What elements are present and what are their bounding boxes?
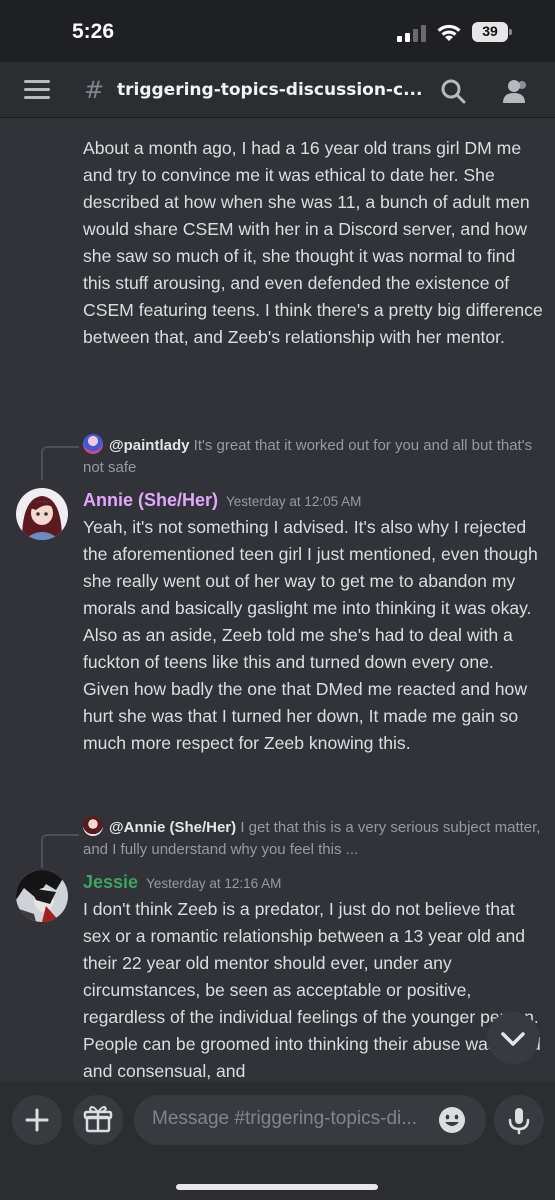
battery-indicator: 39 — [472, 22, 512, 42]
message-input-placeholder: Message #triggering-topics-di... — [152, 1108, 418, 1129]
message-composer: Message #triggering-topics-di... — [0, 1082, 555, 1200]
reply-connector — [41, 446, 79, 480]
message-text: About a month ago, I had a 16 year old t… — [83, 138, 543, 347]
members-icon[interactable] — [500, 78, 530, 104]
plus-icon — [25, 1108, 49, 1132]
channel-header: # triggering-topics-discussion-c... — [0, 62, 555, 118]
voice-message-button[interactable] — [494, 1095, 544, 1145]
reply-avatar — [83, 816, 103, 836]
author-name[interactable]: Jessie — [83, 872, 138, 892]
reply-username: @Annie (She/Her) — [109, 819, 237, 836]
message-text: Yeah, it's not something I advised. It's… — [83, 517, 538, 753]
cellular-signal-icon — [397, 24, 427, 42]
channel-title[interactable]: triggering-topics-discussion-c... — [117, 80, 422, 100]
reply-connector — [41, 834, 79, 868]
reply-username: @paintlady — [109, 437, 190, 454]
message-input[interactable]: Message #triggering-topics-di... — [134, 1095, 486, 1145]
status-time: 5:26 — [72, 20, 115, 43]
gift-icon — [83, 1106, 113, 1133]
reply-preview[interactable]: @Annie (She/Her) I get that this is a ve… — [83, 816, 543, 861]
add-attachment-button[interactable] — [12, 1095, 62, 1145]
reply-preview[interactable]: @paintlady It's great that it worked out… — [83, 434, 543, 479]
timestamp: Yesterday at 12:05 AM — [226, 494, 362, 509]
author-name[interactable]: Annie (She/Her) — [83, 490, 218, 510]
status-bar: 5:26 39 — [0, 0, 555, 62]
wifi-icon — [437, 24, 461, 41]
microphone-icon — [508, 1108, 530, 1135]
message-list[interactable]: About a month ago, I had a 16 year old t… — [0, 118, 555, 1082]
battery-level: 39 — [482, 23, 498, 39]
jump-to-bottom-button[interactable] — [487, 1012, 539, 1064]
avatar[interactable] — [16, 870, 68, 922]
message-header: Jessie Yesterday at 12:16 AM — [83, 872, 281, 893]
emoji-icon[interactable] — [438, 1106, 466, 1134]
search-icon[interactable] — [440, 78, 466, 104]
menu-icon[interactable] — [24, 80, 50, 100]
chevron-down-icon — [501, 1032, 525, 1046]
home-indicator — [176, 1184, 378, 1190]
gift-button[interactable] — [73, 1095, 123, 1145]
avatar[interactable] — [16, 488, 68, 540]
message-text: I don't think Zeeb is a predator, I just… — [83, 899, 541, 1081]
timestamp: Yesterday at 12:16 AM — [146, 876, 282, 891]
channel-hash-icon: # — [84, 76, 105, 104]
message-header: Annie (She/Her) Yesterday at 12:05 AM — [83, 490, 361, 511]
reply-avatar — [83, 434, 103, 454]
